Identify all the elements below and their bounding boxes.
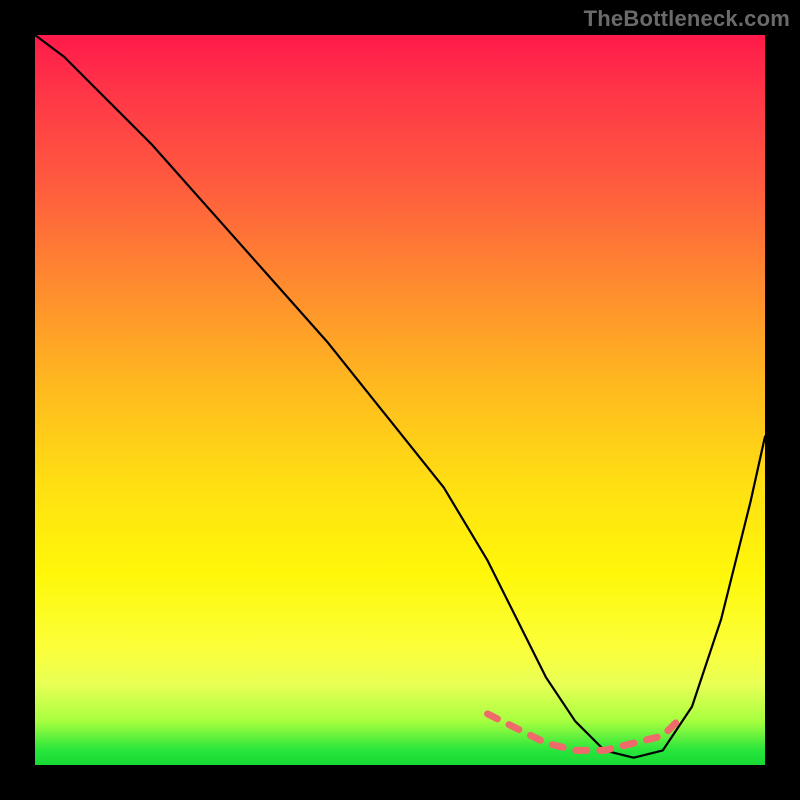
bottleneck-curve	[35, 35, 765, 758]
chart-frame: TheBottleneck.com	[0, 0, 800, 800]
optimal-range-dashed	[488, 714, 678, 751]
plot-gradient-area	[35, 35, 765, 765]
curve-layer	[35, 35, 765, 765]
watermark-text: TheBottleneck.com	[584, 6, 790, 32]
